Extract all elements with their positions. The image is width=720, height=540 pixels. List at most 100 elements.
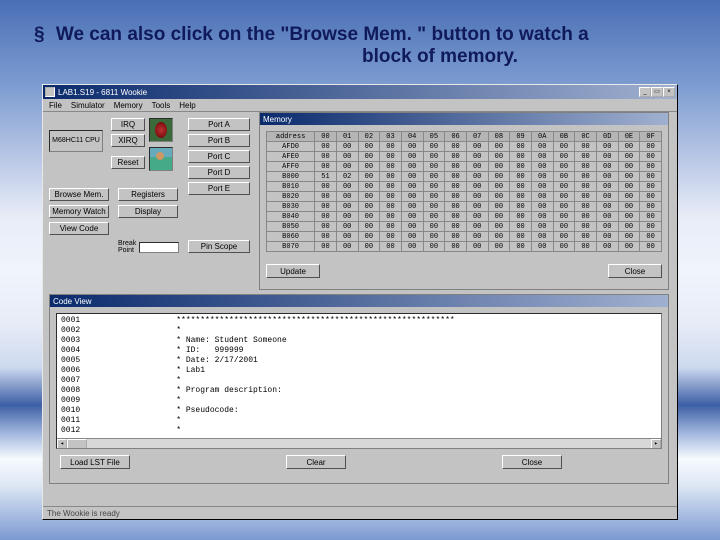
- mem-cell[interactable]: 00: [315, 142, 337, 152]
- mem-cell[interactable]: 00: [315, 192, 337, 202]
- menu-simulator[interactable]: Simulator: [71, 101, 105, 110]
- mem-cell[interactable]: 00: [596, 202, 618, 212]
- scroll-right-icon[interactable]: ▸: [651, 439, 661, 449]
- memory-watch-button[interactable]: Memory Watch: [49, 205, 109, 218]
- mem-cell[interactable]: 00: [553, 152, 575, 162]
- mem-cell[interactable]: 00: [401, 142, 423, 152]
- mem-cell[interactable]: 00: [315, 162, 337, 172]
- code-close-button[interactable]: Close: [502, 455, 562, 469]
- mem-cell[interactable]: 00: [531, 162, 553, 172]
- mem-cell[interactable]: 00: [315, 232, 337, 242]
- mem-cell[interactable]: 00: [531, 202, 553, 212]
- mem-cell[interactable]: 00: [488, 192, 510, 202]
- mem-cell[interactable]: 00: [423, 192, 445, 202]
- memory-close-button[interactable]: Close: [608, 264, 662, 278]
- mem-cell[interactable]: 00: [510, 172, 532, 182]
- mem-cell[interactable]: 00: [575, 162, 597, 172]
- mem-cell[interactable]: 00: [380, 172, 402, 182]
- mem-cell[interactable]: 00: [640, 232, 662, 242]
- mem-cell[interactable]: 00: [315, 202, 337, 212]
- mem-cell[interactable]: 00: [553, 142, 575, 152]
- mem-cell[interactable]: 00: [575, 192, 597, 202]
- mem-cell[interactable]: 00: [336, 152, 358, 162]
- mem-cell[interactable]: 00: [380, 212, 402, 222]
- mem-cell[interactable]: 00: [380, 242, 402, 252]
- mem-cell[interactable]: 00: [315, 222, 337, 232]
- mem-cell[interactable]: 00: [596, 182, 618, 192]
- mem-cell[interactable]: 00: [510, 152, 532, 162]
- mem-cell[interactable]: 00: [445, 212, 467, 222]
- browse-mem-button[interactable]: Browse Mem.: [49, 188, 109, 201]
- mem-cell[interactable]: 00: [575, 232, 597, 242]
- mem-cell[interactable]: 00: [553, 202, 575, 212]
- mem-cell[interactable]: 00: [553, 182, 575, 192]
- mem-cell[interactable]: 00: [445, 202, 467, 212]
- mem-cell[interactable]: 00: [466, 222, 488, 232]
- mem-cell[interactable]: 00: [553, 242, 575, 252]
- mem-cell[interactable]: 00: [358, 192, 380, 202]
- mem-cell[interactable]: 00: [531, 222, 553, 232]
- mem-cell[interactable]: 00: [618, 232, 640, 242]
- mem-cell[interactable]: 00: [553, 222, 575, 232]
- mem-cell[interactable]: 00: [423, 182, 445, 192]
- mem-cell[interactable]: 00: [445, 172, 467, 182]
- mem-cell[interactable]: 00: [510, 202, 532, 212]
- irq-button[interactable]: IRQ: [111, 118, 145, 131]
- mem-cell[interactable]: 00: [445, 162, 467, 172]
- mem-cell[interactable]: 00: [423, 222, 445, 232]
- mem-cell[interactable]: 00: [531, 212, 553, 222]
- mem-cell[interactable]: 00: [358, 142, 380, 152]
- mem-cell[interactable]: 00: [575, 152, 597, 162]
- reset-button[interactable]: Reset: [111, 156, 145, 169]
- mem-cell[interactable]: 00: [423, 202, 445, 212]
- mem-cell[interactable]: 00: [488, 142, 510, 152]
- mem-cell[interactable]: 00: [618, 172, 640, 182]
- mem-cell[interactable]: 00: [315, 182, 337, 192]
- mem-cell[interactable]: 00: [380, 232, 402, 242]
- mem-cell[interactable]: 00: [640, 172, 662, 182]
- mem-cell[interactable]: 00: [618, 242, 640, 252]
- mem-cell[interactable]: 00: [445, 192, 467, 202]
- mem-cell[interactable]: 00: [466, 162, 488, 172]
- mem-cell[interactable]: 00: [618, 192, 640, 202]
- mem-cell[interactable]: 00: [336, 202, 358, 212]
- code-listing[interactable]: 0001 ***********************************…: [56, 313, 662, 449]
- port-c-button[interactable]: Port C: [188, 150, 250, 163]
- mem-cell[interactable]: 00: [531, 182, 553, 192]
- mem-cell[interactable]: 00: [596, 152, 618, 162]
- mem-cell[interactable]: 00: [510, 232, 532, 242]
- mem-cell[interactable]: 00: [336, 242, 358, 252]
- mem-cell[interactable]: 00: [336, 192, 358, 202]
- mem-cell[interactable]: 00: [488, 242, 510, 252]
- mem-cell[interactable]: 00: [575, 222, 597, 232]
- mem-cell[interactable]: 00: [531, 152, 553, 162]
- mem-cell[interactable]: 00: [640, 202, 662, 212]
- mem-cell[interactable]: 00: [488, 172, 510, 182]
- pin-scope-button[interactable]: Pin Scope: [188, 240, 250, 253]
- mem-cell[interactable]: 00: [553, 192, 575, 202]
- mem-cell[interactable]: 00: [358, 242, 380, 252]
- mem-cell[interactable]: 00: [596, 222, 618, 232]
- mem-cell[interactable]: 00: [466, 142, 488, 152]
- memory-title[interactable]: Memory: [260, 113, 668, 125]
- mem-cell[interactable]: 00: [596, 172, 618, 182]
- mem-cell[interactable]: 00: [596, 162, 618, 172]
- load-lst-button[interactable]: Load LST File: [60, 455, 130, 469]
- mem-cell[interactable]: 00: [380, 152, 402, 162]
- mem-cell[interactable]: 00: [488, 152, 510, 162]
- mem-cell[interactable]: 00: [618, 162, 640, 172]
- mem-cell[interactable]: 00: [596, 232, 618, 242]
- mem-cell[interactable]: 00: [640, 162, 662, 172]
- mem-cell[interactable]: 00: [358, 152, 380, 162]
- mem-cell[interactable]: 00: [401, 242, 423, 252]
- mem-cell[interactable]: 00: [488, 182, 510, 192]
- display-button[interactable]: Display: [118, 205, 178, 218]
- mem-cell[interactable]: 00: [531, 172, 553, 182]
- mem-cell[interactable]: 00: [575, 172, 597, 182]
- mem-cell[interactable]: 00: [380, 202, 402, 212]
- mem-cell[interactable]: 51: [315, 172, 337, 182]
- mem-cell[interactable]: 00: [553, 162, 575, 172]
- mem-cell[interactable]: 00: [358, 172, 380, 182]
- mem-cell[interactable]: 00: [401, 212, 423, 222]
- mem-cell[interactable]: 00: [510, 242, 532, 252]
